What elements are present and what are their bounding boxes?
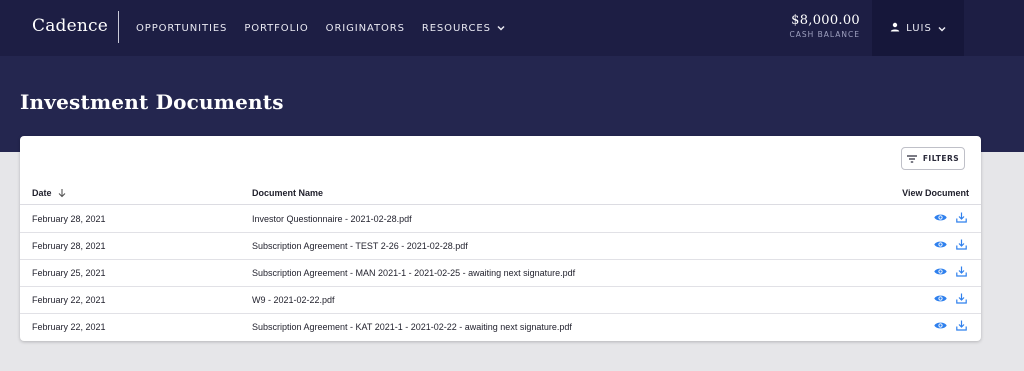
filter-icon (906, 154, 917, 163)
download-icon (956, 320, 967, 331)
download-icon (956, 212, 967, 223)
row-date: February 22, 2021 (32, 322, 106, 332)
table-row: February 28, 2021 Investor Questionnaire… (20, 206, 981, 233)
row-date: February 28, 2021 (32, 241, 106, 251)
chevron-down-icon (497, 25, 505, 31)
download-icon (956, 266, 967, 277)
chevron-down-icon (938, 19, 946, 37)
table-row: February 22, 2021 W9 - 2021-02-22.pdf (20, 287, 981, 314)
download-document-button[interactable] (956, 320, 967, 331)
eye-icon (934, 295, 947, 302)
nav-divider (118, 11, 119, 43)
row-document-name: Investor Questionnaire - 2021-02-28.pdf (252, 214, 412, 224)
eye-icon (934, 322, 947, 329)
table-row: February 25, 2021 Subscription Agreement… (20, 260, 981, 287)
nav-link-resources-label: RESOURCES (421, 22, 491, 34)
nav-link-resources[interactable]: RESOURCES (422, 23, 505, 34)
filters-button[interactable]: FILTERS (901, 147, 965, 170)
download-icon (956, 293, 967, 304)
row-document-name: Subscription Agreement - KAT 2021-1 - 20… (252, 322, 572, 332)
view-document-button[interactable] (934, 213, 947, 222)
row-actions (934, 239, 967, 250)
eye-icon (934, 214, 947, 221)
row-actions (934, 320, 967, 331)
column-header-date[interactable]: Date (32, 188, 68, 198)
column-header-document-name: Document Name (252, 188, 324, 198)
nav-link-portfolio[interactable]: PORTFOLIO (244, 23, 308, 34)
view-document-button[interactable] (934, 294, 947, 303)
nav-links: OPPORTUNITIES PORTFOLIO ORIGINATORS RESO… (136, 0, 522, 56)
nav-link-opportunities[interactable]: OPPORTUNITIES (136, 23, 227, 34)
download-document-button[interactable] (956, 293, 967, 304)
row-date: February 28, 2021 (32, 214, 106, 224)
row-actions (934, 293, 967, 304)
row-actions (934, 266, 967, 277)
download-icon (956, 239, 967, 250)
eye-icon (934, 268, 947, 275)
row-document-name: W9 - 2021-02-22.pdf (252, 295, 335, 305)
download-document-button[interactable] (956, 239, 967, 250)
cash-balance: $8,000.00 CASH BALANCE (790, 13, 861, 39)
filters-label: FILTERS (922, 154, 960, 163)
row-document-name: Subscription Agreement - TEST 2-26 - 202… (252, 241, 468, 251)
cash-balance-label: CASH BALANCE (789, 30, 860, 39)
table-header: Date Document Name View Document (20, 181, 981, 205)
user-name: LUIS (906, 22, 932, 34)
view-document-button[interactable] (934, 240, 947, 249)
cash-balance-amount: $8,000.00 (791, 13, 860, 28)
column-header-date-label: Date (32, 188, 52, 198)
column-header-view-document: View Document (902, 188, 969, 198)
row-document-name: Subscription Agreement - MAN 2021-1 - 20… (252, 268, 576, 278)
user-menu[interactable]: LUIS (872, 0, 964, 56)
nav-link-originators[interactable]: ORIGINATORS (326, 23, 405, 34)
logo[interactable]: Cadence (32, 16, 108, 36)
page-title: Investment Documents (20, 90, 284, 114)
row-date: February 22, 2021 (32, 295, 106, 305)
arrow-down-icon (58, 189, 65, 198)
top-navigation: Cadence OPPORTUNITIES PORTFOLIO ORIGINAT… (0, 0, 1024, 56)
view-document-button[interactable] (934, 321, 947, 330)
documents-card: FILTERS Date Document Name View Document… (20, 136, 981, 341)
view-document-button[interactable] (934, 267, 947, 276)
user-icon (890, 19, 900, 37)
download-document-button[interactable] (956, 266, 967, 277)
table-row: February 22, 2021 Subscription Agreement… (20, 314, 981, 341)
eye-icon (934, 241, 947, 248)
row-date: February 25, 2021 (32, 268, 106, 278)
row-actions (934, 212, 967, 223)
table-row: February 28, 2021 Subscription Agreement… (20, 233, 981, 260)
download-document-button[interactable] (956, 212, 967, 223)
